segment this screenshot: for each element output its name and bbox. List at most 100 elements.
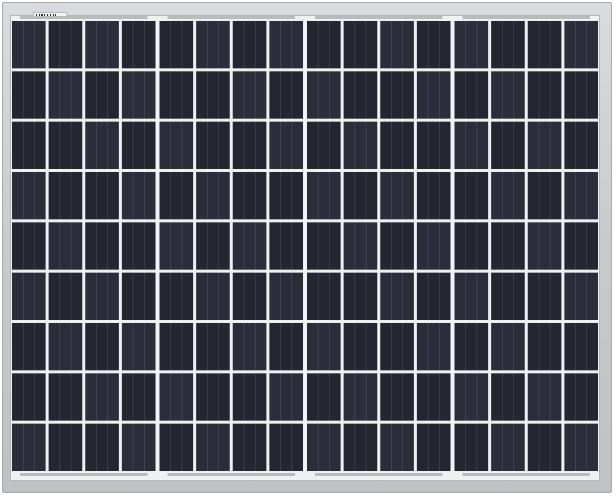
solar-cell [48,222,83,270]
solar-cell [48,21,83,69]
solar-cell [48,323,83,371]
solar-cell [307,423,341,471]
solar-cell [48,423,83,471]
solar-cell [380,423,414,471]
solar-cell [232,373,267,421]
solar-cell [196,323,230,371]
solar-cell [380,121,414,169]
solar-cell [12,222,46,270]
solar-cell [564,121,599,169]
solar-cell [491,172,525,220]
solar-cell [454,172,489,220]
solar-cell [380,222,414,270]
solar-cell [527,323,562,371]
solar-cell [380,323,414,371]
solar-cell [269,172,304,220]
solar-cell [12,272,46,320]
solar-cell [491,272,525,320]
solar-cell [196,121,230,169]
solar-cell [307,272,341,320]
solar-cell [454,423,489,471]
ribbon-tab [167,473,295,476]
solar-cell [343,272,378,320]
solar-cell [159,272,194,320]
solar-cell [85,21,119,69]
solar-cell [48,71,83,119]
solar-cell [269,373,304,421]
solar-cell [454,71,489,119]
solar-cell [527,373,562,421]
ribbon-tab [462,473,590,476]
solar-cell [232,423,267,471]
solar-cell [564,423,599,471]
ribbon-tab [315,473,443,476]
solar-cell [307,21,341,69]
solar-cell [196,373,230,421]
solar-cell [232,323,267,371]
solar-cell [416,272,451,320]
solar-cell [121,323,156,371]
solar-cell [343,222,378,270]
solar-cell [159,21,194,69]
solar-cell [564,323,599,371]
solar-cell [159,222,194,270]
ribbon-tab [462,16,590,19]
solar-cell [85,222,119,270]
solar-cell [48,172,83,220]
solar-cell [232,272,267,320]
solar-cell [85,373,119,421]
solar-cell [454,323,489,371]
solar-cell [48,121,83,169]
solar-cell [527,71,562,119]
solar-cell [343,121,378,169]
solar-cell [564,222,599,270]
solar-cell [159,323,194,371]
solar-cell [564,21,599,69]
solar-cell [269,272,304,320]
solar-cell [48,373,83,421]
solar-cell [196,172,230,220]
solar-cell [121,222,156,270]
solar-cell [232,172,267,220]
solar-cell [380,272,414,320]
solar-cell [121,71,156,119]
solar-cell [416,323,451,371]
solar-cell [527,121,562,169]
solar-cell [454,121,489,169]
solar-cell [159,71,194,119]
solar-cell [269,21,304,69]
solar-cell [343,373,378,421]
solar-cell [564,272,599,320]
solar-cell [307,373,341,421]
solar-cell [12,71,46,119]
solar-cell [343,172,378,220]
solar-cell [491,21,525,69]
solar-panel [12,16,599,476]
solar-cell [121,21,156,69]
solar-cell [343,323,378,371]
solar-cell [454,21,489,69]
solar-cell [159,373,194,421]
solar-cell [85,71,119,119]
solar-cell [85,172,119,220]
solar-cell [307,172,341,220]
solar-cell [121,373,156,421]
solar-cell [48,272,83,320]
solar-cell [196,272,230,320]
solar-cell [307,71,341,119]
solar-cell [343,423,378,471]
solar-cell [196,71,230,119]
solar-cell [454,373,489,421]
solar-cell [121,423,156,471]
solar-cell [416,71,451,119]
solar-cell [416,423,451,471]
solar-cell [121,272,156,320]
solar-cell [269,121,304,169]
solar-cell [380,373,414,421]
solar-cell [121,172,156,220]
solar-cell [527,272,562,320]
solar-cell [454,222,489,270]
solar-cell [12,373,46,421]
solar-cell [564,172,599,220]
solar-cell [159,172,194,220]
